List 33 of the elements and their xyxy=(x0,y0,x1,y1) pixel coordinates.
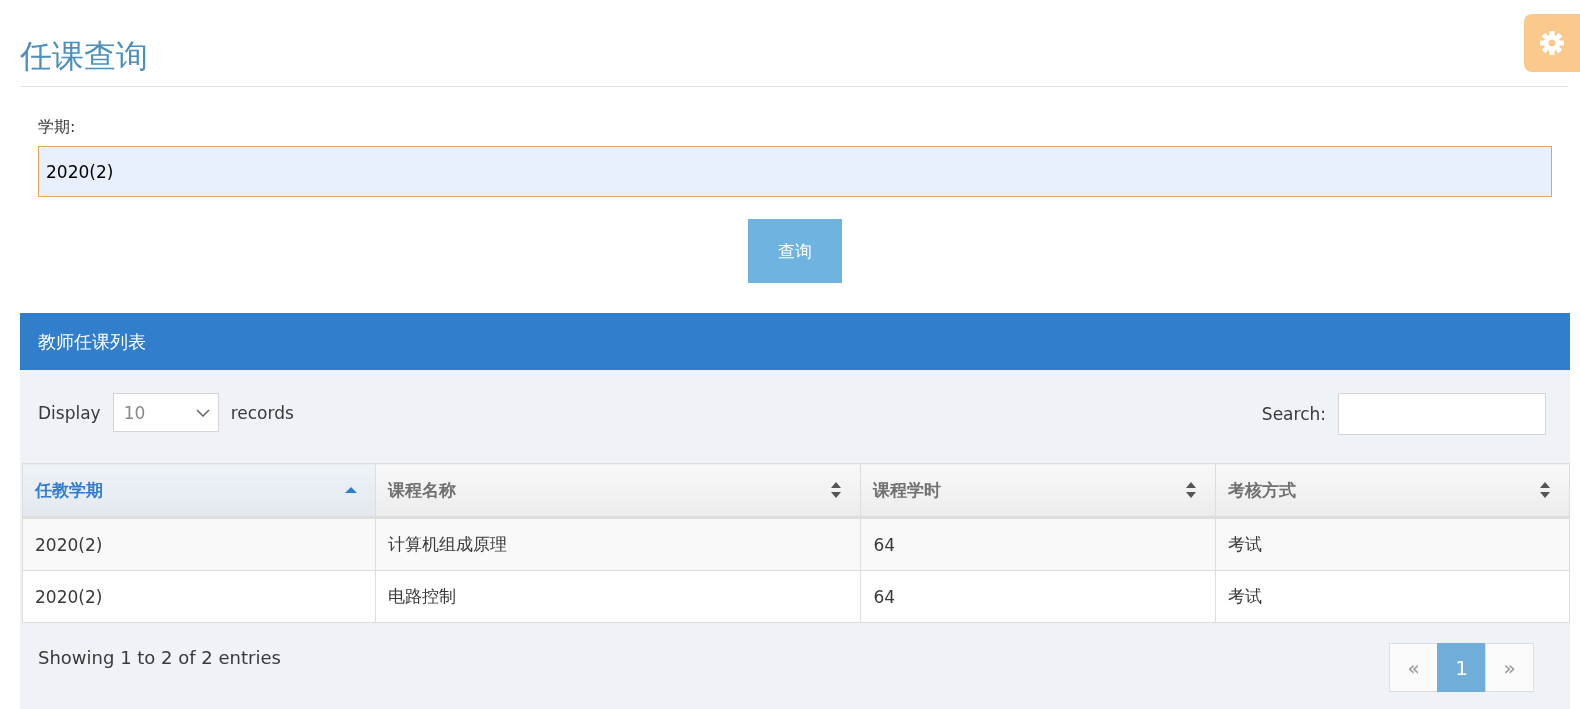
chevron-down-icon xyxy=(195,408,210,417)
column-header[interactable]: 课程名称 xyxy=(375,463,861,518)
settings-button[interactable] xyxy=(1524,14,1580,72)
sort-up-icon xyxy=(344,486,357,494)
table-cell: 64 xyxy=(860,517,1216,571)
sort-icon xyxy=(830,481,843,499)
sort-icon xyxy=(1184,481,1197,499)
table-cell: 2020(2) xyxy=(22,517,376,571)
page-link[interactable]: 1 xyxy=(1437,643,1486,692)
page-link[interactable]: « xyxy=(1389,643,1438,692)
panel-header: 教师任课列表 xyxy=(20,313,1570,370)
table-cell: 考试 xyxy=(1215,517,1570,571)
term-input[interactable]: 2020(2) xyxy=(38,146,1552,197)
column-header[interactable]: 课程学时 xyxy=(860,463,1216,518)
sort-icon xyxy=(1539,481,1551,499)
search-input[interactable] xyxy=(1338,393,1546,435)
table-cell: 考试 xyxy=(1215,570,1570,623)
column-header[interactable]: 考核方式 xyxy=(1215,463,1570,518)
settings-icon xyxy=(1539,30,1565,56)
page-title: 任课查询 xyxy=(20,36,148,77)
field-label: 学期: xyxy=(38,116,77,138)
table-cell: 计算机组成原理 xyxy=(375,517,861,571)
column-header[interactable]: 任教学期 xyxy=(22,463,376,518)
table-cell: 64 xyxy=(860,570,1216,623)
page-link[interactable]: » xyxy=(1485,643,1534,692)
records-label: records xyxy=(230,402,294,423)
table-cell: 2020(2) xyxy=(22,570,376,623)
search-label: Search: xyxy=(1261,404,1326,424)
page-size-select[interactable]: 10 xyxy=(112,393,219,432)
entries-info: Showing 1 to 2 of 2 entries xyxy=(38,646,281,670)
table-cell: 电路控制 xyxy=(375,570,861,623)
display-label: Display xyxy=(38,402,101,423)
query-button[interactable]: 查询 xyxy=(748,219,842,283)
